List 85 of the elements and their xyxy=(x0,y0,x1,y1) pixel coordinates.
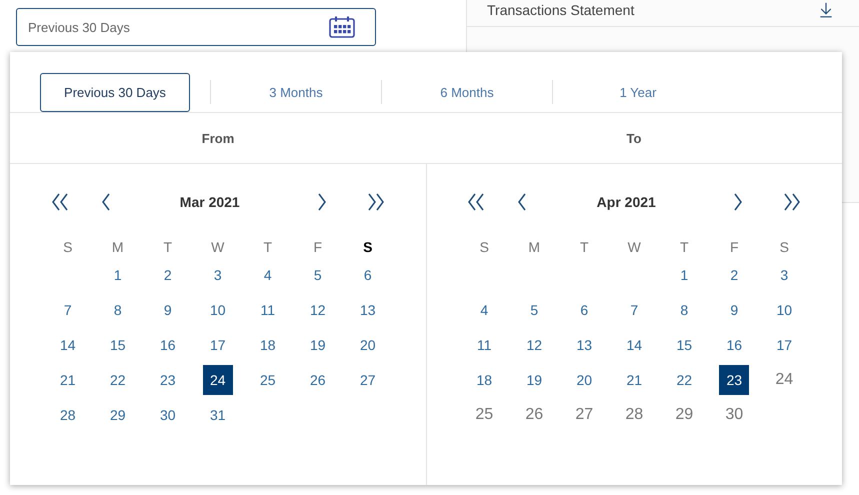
calendar-day[interactable]: 26 xyxy=(302,364,333,394)
calendar-day[interactable]: 13 xyxy=(569,330,600,360)
calendar-day[interactable]: 16 xyxy=(152,330,183,360)
calendar-day[interactable]: 19 xyxy=(519,364,550,394)
statement-title: Transactions Statement xyxy=(487,2,634,18)
weekday-label: W xyxy=(211,238,224,257)
calendar-day[interactable]: 20 xyxy=(352,330,383,360)
date-range-field[interactable]: Previous 30 Days xyxy=(16,8,376,46)
double-chevron-right-icon xyxy=(782,191,802,213)
calendar-day[interactable]: 25 xyxy=(252,364,283,394)
calendar-day[interactable]: 6 xyxy=(569,294,600,324)
calendar-day[interactable]: 10 xyxy=(769,294,800,324)
calendar-day[interactable]: 21 xyxy=(52,364,83,394)
calendar-day[interactable]: 18 xyxy=(469,364,500,394)
double-chevron-left-icon xyxy=(466,191,486,213)
weekday-label: F xyxy=(313,238,322,257)
calendar-day[interactable]: 31 xyxy=(202,400,233,430)
calendar-day[interactable]: 9 xyxy=(719,294,750,324)
weekday-label: S xyxy=(780,238,789,257)
month-title: Apr 2021 xyxy=(596,194,657,210)
calendar-day[interactable]: 17 xyxy=(769,330,800,360)
chevron-left-icon xyxy=(100,191,112,213)
calendar-day[interactable]: 22 xyxy=(669,364,700,394)
weekday-label: S xyxy=(363,238,372,257)
calendar-day[interactable]: 8 xyxy=(102,294,133,324)
calendar-day[interactable]: 15 xyxy=(669,330,700,360)
calendar-day[interactable]: 2 xyxy=(719,260,750,290)
weekday-label: S xyxy=(63,238,72,257)
calendar-day[interactable]: 23 xyxy=(152,364,183,394)
calendar-day[interactable]: 10 xyxy=(202,294,233,324)
weekday-label: S xyxy=(480,238,489,257)
calendar-day[interactable]: 8 xyxy=(669,294,700,324)
calendar-day[interactable]: 21 xyxy=(619,364,650,394)
calendar-day[interactable]: 14 xyxy=(52,330,83,360)
calendar-day[interactable]: 19 xyxy=(302,330,333,360)
weekday-label: T xyxy=(263,238,272,257)
calendar-day[interactable]: 11 xyxy=(469,330,500,360)
calendar-day[interactable]: 4 xyxy=(252,260,283,290)
download-icon[interactable] xyxy=(817,1,835,19)
calendar-day[interactable]: 1 xyxy=(669,260,700,290)
preset-tab[interactable]: Previous 30 Days xyxy=(40,72,190,112)
calendar-day[interactable]: 16 xyxy=(719,330,750,360)
weekday-label: T xyxy=(163,238,172,257)
range-label: From xyxy=(202,130,234,146)
calendar-day[interactable]: 7 xyxy=(619,294,650,324)
calendar-day[interactable]: 13 xyxy=(352,294,383,324)
calendar-day[interactable]: 15 xyxy=(102,330,133,360)
month-title: Mar 2021 xyxy=(178,194,241,210)
range-label: To xyxy=(626,130,642,146)
calendar-day[interactable]: 5 xyxy=(519,294,550,324)
weekday-label: T xyxy=(680,238,689,257)
calendar-day[interactable]: 6 xyxy=(352,260,383,290)
weekday-label: T xyxy=(580,238,589,257)
calendar-day[interactable]: 12 xyxy=(519,330,550,360)
calendar-day[interactable]: 22 xyxy=(102,364,133,394)
calendar-day[interactable]: 18 xyxy=(252,330,283,360)
chevron-left-icon xyxy=(516,191,528,213)
weekday-label: W xyxy=(628,238,641,257)
calendar-day[interactable]: 7 xyxy=(52,294,83,324)
calendar-day[interactable]: 12 xyxy=(302,294,333,324)
chevron-right-icon xyxy=(732,191,744,213)
chevron-right-icon xyxy=(316,191,328,213)
weekday-label: M xyxy=(528,238,540,257)
calendar-day[interactable]: 14 xyxy=(619,330,650,360)
calendar-day[interactable]: 11 xyxy=(252,294,283,324)
calendar-day[interactable]: 29 xyxy=(102,400,133,430)
calendar-day[interactable]: 2 xyxy=(152,260,183,290)
calendar-day[interactable]: 28 xyxy=(52,400,83,430)
calendar-day[interactable]: 3 xyxy=(769,260,800,290)
calendar-day[interactable]: 24 xyxy=(202,364,233,394)
calendar-day[interactable]: 3 xyxy=(202,260,233,290)
double-chevron-left-icon xyxy=(50,191,70,213)
calendar-day[interactable]: 27 xyxy=(352,364,383,394)
double-chevron-right-icon xyxy=(366,191,386,213)
calendar-day[interactable]: 23 xyxy=(719,364,750,394)
calendar-day[interactable]: 20 xyxy=(569,364,600,394)
calendar-icon[interactable] xyxy=(329,16,355,38)
calendar-day[interactable]: 9 xyxy=(152,294,183,324)
calendar-day[interactable]: 1 xyxy=(102,260,133,290)
calendar-day[interactable]: 17 xyxy=(202,330,233,360)
calendar-day[interactable]: 30 xyxy=(152,400,183,430)
calendar-day[interactable]: 4 xyxy=(469,294,500,324)
weekday-label: M xyxy=(112,238,124,257)
calendar-day[interactable]: 5 xyxy=(302,260,333,290)
weekday-label: F xyxy=(730,238,739,257)
